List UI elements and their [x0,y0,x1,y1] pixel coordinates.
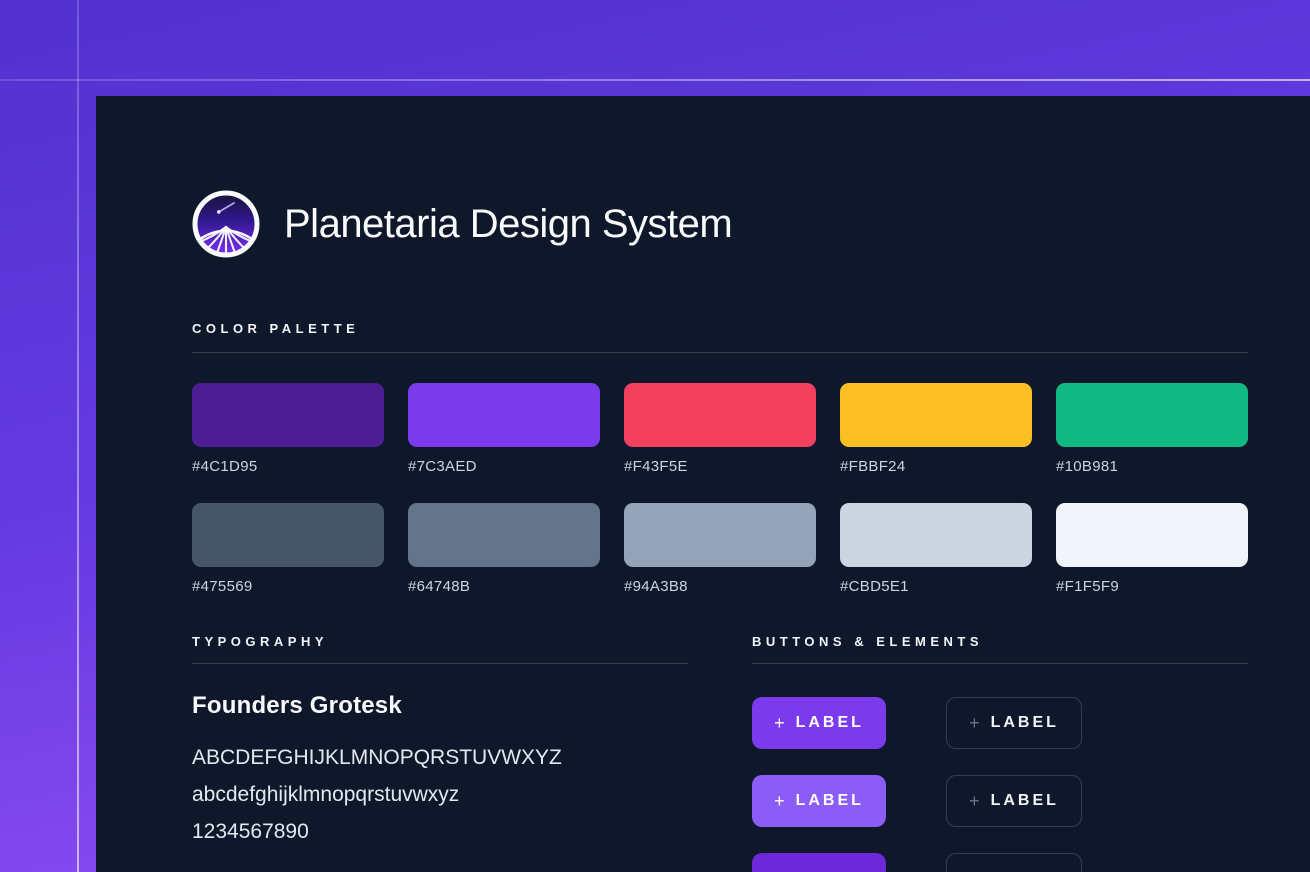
color-chip[interactable] [840,503,1032,567]
color-swatch: #F1F5F9 [1056,503,1248,595]
color-hex-label: #F1F5F9 [1056,578,1248,595]
type-specimen: ABCDEFGHIJKLMNOPQRSTUVWXYZ abcdefghijklm… [192,739,562,850]
color-chip[interactable] [1056,503,1248,567]
color-hex-label: #475569 [192,578,384,595]
button-label: LABEL [991,714,1059,732]
specimen-lowercase: abcdefghijklmnopqrstuvwxyz [192,776,562,813]
color-hex-label: #4C1D95 [192,458,384,475]
color-swatch: #FBBF24 [840,383,1032,475]
plus-icon: + [774,791,785,812]
color-swatch: #7C3AED [408,383,600,475]
color-chip[interactable] [408,383,600,447]
button-label: LABEL [991,792,1059,810]
color-swatch: #F43F5E [624,383,816,475]
section-title-color-palette: COLOR PALETTE [192,321,359,336]
filled-label-button[interactable]: + LABEL [752,853,886,872]
button-rows: + LABEL + LABEL + LABEL + LABEL + LABEL [752,697,1082,872]
button-row: + LABEL + LABEL [752,853,1082,872]
filled-label-button[interactable]: + LABEL [752,697,886,749]
planetaria-planet-logo [192,190,260,258]
plus-icon: + [969,791,980,812]
button-label: LABEL [796,792,864,810]
color-chip[interactable] [1056,383,1248,447]
buttons-divider [752,663,1248,664]
color-chip[interactable] [624,383,816,447]
outline-label-button[interactable]: + LABEL [946,697,1082,749]
color-hex-label: #10B981 [1056,458,1248,475]
specimen-digits: 1234567890 [192,813,562,850]
color-hex-label: #64748B [408,578,600,595]
button-row: + LABEL + LABEL [752,697,1082,749]
palette-divider [192,352,1248,353]
filled-label-button[interactable]: + LABEL [752,775,886,827]
color-chip[interactable] [192,383,384,447]
color-chip[interactable] [624,503,816,567]
color-hex-label: #CBD5E1 [840,578,1032,595]
color-hex-label: #FBBF24 [840,458,1032,475]
outline-label-button[interactable]: + LABEL [946,775,1082,827]
button-row: + LABEL + LABEL [752,775,1082,827]
color-swatch: #94A3B8 [624,503,816,595]
plus-icon: + [969,713,980,734]
font-name: Founders Grotesk [192,692,402,720]
plus-icon: + [774,869,785,872]
button-label: LABEL [796,714,864,732]
section-title-typography: TYPOGRAPHY [192,634,328,649]
color-chip[interactable] [408,503,600,567]
main-panel: Planetaria Design System COLOR PALETTE #… [96,96,1310,872]
swatch-grid: #4C1D95 #7C3AED #F43F5E #FBBF24 #10B981 … [192,383,1248,595]
outline-label-button[interactable]: + LABEL [946,853,1082,872]
vertical-guide-line [77,0,79,872]
color-hex-label: #94A3B8 [624,578,816,595]
page-title: Planetaria Design System [284,202,732,247]
color-hex-label: #7C3AED [408,458,600,475]
brand-header: Planetaria Design System [192,190,732,258]
typography-divider [192,663,688,664]
plus-icon: + [969,869,980,872]
color-hex-label: #F43F5E [624,458,816,475]
specimen-uppercase: ABCDEFGHIJKLMNOPQRSTUVWXYZ [192,739,562,776]
horizontal-guide-line [0,79,1310,81]
section-title-buttons-elements: BUTTONS & ELEMENTS [752,634,983,649]
plus-icon: + [774,713,785,734]
color-swatch: #4C1D95 [192,383,384,475]
color-swatch: #CBD5E1 [840,503,1032,595]
color-swatch: #10B981 [1056,383,1248,475]
color-chip[interactable] [192,503,384,567]
color-swatch: #475569 [192,503,384,595]
color-swatch: #64748B [408,503,600,595]
color-chip[interactable] [840,383,1032,447]
